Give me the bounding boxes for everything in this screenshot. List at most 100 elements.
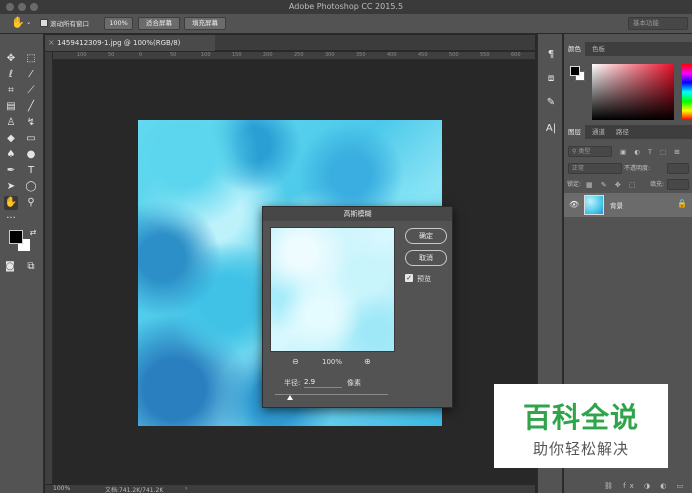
preview-label: 预览: [417, 275, 431, 283]
tool-preset-dropdown[interactable]: ⌄: [26, 18, 31, 26]
options-bar: ✋ ⌄ 滚动所有窗口 100% 适合屏幕 填充屏幕 基本功能: [0, 14, 692, 34]
layer-filter-icons[interactable]: ▣ ◐ T ⬚ ⊞: [620, 146, 688, 158]
ruler-tick: 300: [325, 52, 335, 58]
lock-icons[interactable]: ▦ ✎ ✥ ⬚ 🔒: [586, 179, 642, 201]
pen-tool-icon[interactable]: ✒: [4, 164, 18, 178]
ruler-tick: 450: [418, 52, 428, 58]
ruler-tick: 350: [356, 52, 366, 58]
lasso-tool-icon[interactable]: ℓ: [4, 68, 18, 82]
ruler-tick: 150: [232, 52, 242, 58]
vertical-ruler: [45, 52, 53, 484]
layers-footer-icons[interactable]: ⛓ fx ◑ ◐ ▭ ▯ 🗑: [604, 480, 690, 492]
history-panel-icon[interactable]: ⧈: [542, 70, 560, 88]
tools-panel: ✥ ⬚ ℓ ⁄ ⌗ ⟋ ▤ ╱ ♙ ↯ ◆ ▭ ♠ ● ✒ T ➤ ◯ ✋ ⚲ …: [0, 34, 44, 493]
ellipse-tool-icon[interactable]: ◯: [24, 180, 38, 194]
ok-button[interactable]: 确定: [405, 228, 447, 244]
ruler-tick: 50: [170, 52, 177, 58]
layer-thumbnail: [584, 195, 604, 215]
tab-channels[interactable]: 通道: [588, 125, 609, 139]
preview-zoom-level: 100%: [322, 358, 343, 366]
swap-colors-icon[interactable]: ⇄: [26, 226, 40, 240]
fill-field[interactable]: [667, 179, 689, 190]
radius-label: 半径:: [284, 379, 301, 387]
brush-tool-icon[interactable]: ╱: [24, 100, 38, 114]
tab-paths[interactable]: 路径: [612, 125, 633, 139]
blur-preview[interactable]: [270, 227, 395, 352]
zoom-in-icon[interactable]: ⊕: [364, 357, 371, 366]
edit-toolbar-icon[interactable]: ···: [4, 212, 18, 226]
workspace-switcher[interactable]: 基本功能: [628, 17, 688, 30]
eye-icon[interactable]: 👁: [569, 200, 579, 209]
paragraph-panel-icon[interactable]: ¶: [542, 46, 560, 64]
eyedropper-tool-icon[interactable]: ⟋: [24, 84, 38, 98]
lock-icon: 🔒: [677, 199, 687, 208]
healing-brush-tool-icon[interactable]: ▤: [4, 100, 18, 114]
layer-kind-filter[interactable]: ⚲ 类型: [568, 146, 612, 157]
ruler-tick: 0: [139, 52, 143, 58]
brush-panel-icon[interactable]: ✎: [542, 94, 560, 112]
blur-tool-icon[interactable]: ♠: [4, 148, 18, 162]
watermark-title: 百科全说: [522, 401, 639, 434]
type-tool-icon[interactable]: T: [24, 164, 38, 178]
zoom-tool-icon[interactable]: ⚲: [24, 196, 38, 210]
window-title: Adobe Photoshop CC 2015.5: [288, 2, 404, 11]
status-zoom[interactable]: 100%: [53, 485, 70, 492]
foreground-color-swatch[interactable]: [9, 230, 23, 244]
close-tab-icon[interactable]: ×: [48, 35, 55, 51]
blend-mode-select[interactable]: 正常: [568, 163, 622, 174]
fill-screen-button[interactable]: 填充屏幕: [184, 17, 226, 30]
status-bar: 100% 文档:741.2K/741.2K ›: [45, 485, 535, 493]
layers-panel-tabs: 图层 通道 路径: [564, 125, 692, 139]
tab-layers[interactable]: 图层: [564, 125, 585, 139]
quick-select-tool-icon[interactable]: ⁄: [24, 68, 38, 82]
tab-color[interactable]: 颜色: [564, 42, 585, 56]
layer-kind-label: 类型: [578, 148, 591, 155]
move-tool-icon[interactable]: ✥: [4, 52, 18, 66]
opacity-label: 不透明度:: [624, 165, 651, 172]
opacity-field[interactable]: [667, 163, 689, 174]
document-tab[interactable]: × 1459412309-1.jpg @ 100%(RGB/8): [45, 35, 215, 51]
ruler-tick: 100: [77, 52, 87, 58]
gradient-tool-icon[interactable]: ▭: [24, 132, 38, 146]
cancel-button[interactable]: 取消: [405, 250, 447, 266]
radius-unit: 像素: [347, 379, 361, 387]
zoom-out-icon[interactable]: ⊖: [292, 357, 299, 366]
eraser-tool-icon[interactable]: ◆: [4, 132, 18, 146]
ruler-tick: 100: [201, 52, 211, 58]
color-panel-tabs: 颜色 色板: [564, 42, 692, 56]
layer-name: 背景: [610, 202, 623, 210]
tab-swatches[interactable]: 色板: [588, 42, 609, 56]
gaussian-blur-dialog: 高斯模糊 确定 取消 ✓ 预览 ⊖ 100% ⊕ 半径: 2.9 像素: [262, 206, 453, 408]
preview-checkbox[interactable]: ✓: [405, 274, 413, 282]
clone-stamp-tool-icon[interactable]: ♙: [4, 116, 18, 130]
crop-tool-icon[interactable]: ⌗: [4, 84, 18, 98]
scroll-all-windows-checkbox[interactable]: [40, 19, 48, 27]
scroll-all-windows-label: 滚动所有窗口: [50, 20, 89, 28]
color-picker-field[interactable]: [592, 64, 674, 120]
status-menu-arrow-icon[interactable]: ›: [185, 485, 187, 492]
baike-watermark: 百科全说 助你轻松解决: [494, 384, 668, 468]
fit-screen-button[interactable]: 适合屏幕: [138, 17, 180, 30]
hue-slider[interactable]: [682, 64, 692, 120]
radius-slider-thumb[interactable]: [286, 395, 293, 400]
dodge-tool-icon[interactable]: ●: [24, 148, 38, 162]
ruler-tick: 200: [263, 52, 273, 58]
marquee-tool-icon[interactable]: ⬚: [24, 52, 38, 66]
hand-tool-icon[interactable]: ✋: [4, 196, 18, 210]
ruler-tick: 550: [480, 52, 490, 58]
zoom-100-button[interactable]: 100%: [104, 17, 133, 30]
horizontal-ruler: 100 50 0 50 100 150 200 250 300 350 400 …: [53, 52, 535, 60]
layer-row-background[interactable]: 👁 背景 🔒: [564, 193, 692, 217]
path-select-tool-icon[interactable]: ➤: [4, 180, 18, 194]
status-doc-size: 文档:741.2K/741.2K: [105, 487, 164, 493]
quick-mask-icon[interactable]: ◙: [3, 260, 17, 274]
hand-tool-icon[interactable]: ✋: [11, 16, 25, 29]
character-panel-icon[interactable]: A|: [542, 120, 560, 138]
radius-input[interactable]: 2.9: [304, 377, 342, 388]
ruler-tick: 400: [387, 52, 397, 58]
screen-mode-icon[interactable]: ⧉: [24, 260, 38, 274]
history-brush-tool-icon[interactable]: ↯: [24, 116, 38, 130]
panel-foreground-swatch[interactable]: [570, 66, 580, 76]
ruler-tick: 600: [511, 52, 521, 58]
title-bar: Adobe Photoshop CC 2015.5: [0, 0, 692, 14]
